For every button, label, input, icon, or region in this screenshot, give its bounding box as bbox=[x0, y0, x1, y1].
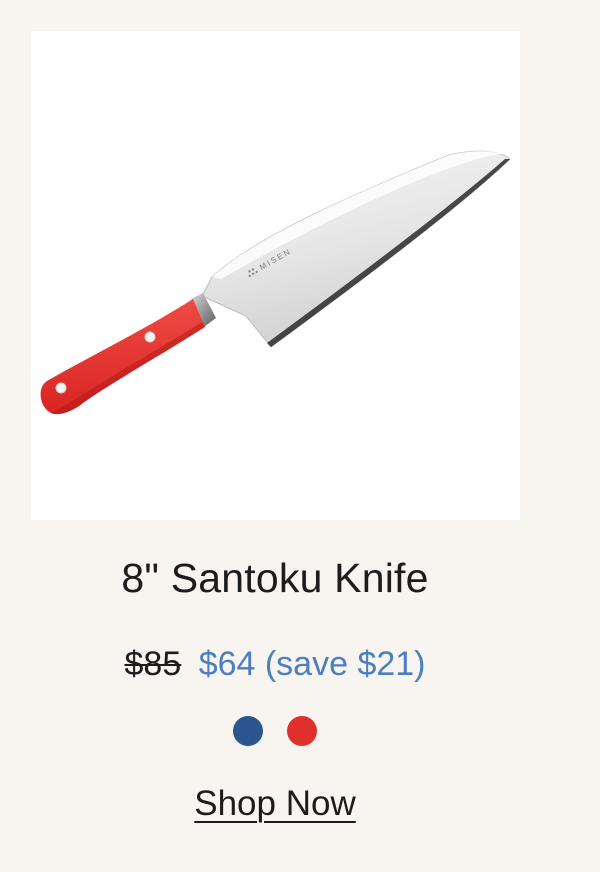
product-title[interactable]: 8" Santoku Knife bbox=[0, 555, 550, 602]
shop-now-container: Shop Now bbox=[0, 784, 550, 824]
swatch-blue[interactable] bbox=[233, 716, 263, 746]
color-swatches bbox=[0, 716, 550, 746]
swatch-red[interactable] bbox=[287, 716, 317, 746]
sale-price: $64 (save $21) bbox=[198, 645, 426, 683]
price-row: $85 $64 (save $21) bbox=[0, 645, 550, 684]
original-price: $85 bbox=[124, 645, 182, 683]
product-card: MISEN 8" Santoku Knife $85 $64 (save $21… bbox=[0, 0, 600, 872]
santoku-knife-icon: MISEN bbox=[40, 150, 511, 415]
shop-now-link[interactable]: Shop Now bbox=[194, 784, 355, 823]
product-image[interactable]: MISEN bbox=[31, 31, 520, 520]
